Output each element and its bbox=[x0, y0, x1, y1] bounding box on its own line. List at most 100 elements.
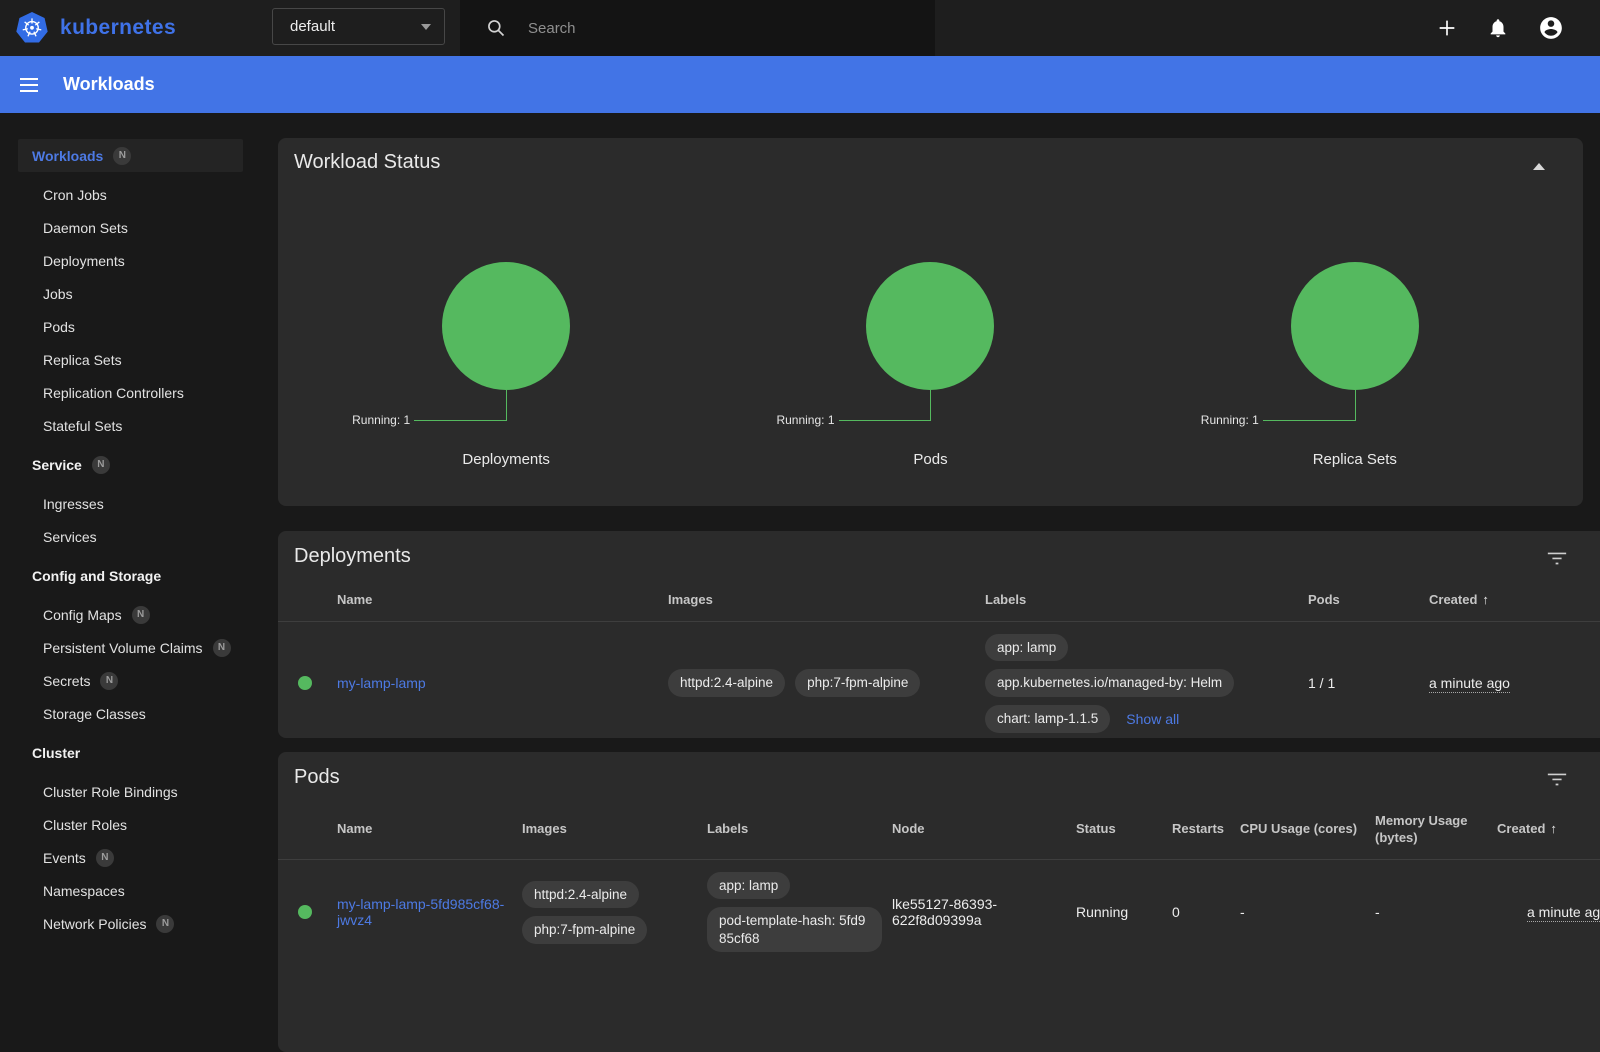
workload-status-chart: Running: 1 Pods bbox=[718, 262, 1142, 468]
pie-chart: Running: 1 bbox=[718, 262, 1142, 421]
sidebar-item[interactable]: Daemon Sets bbox=[18, 211, 243, 244]
sidebar-item-label: Cluster bbox=[32, 745, 80, 761]
collapse-card-button[interactable] bbox=[1529, 154, 1549, 177]
account-circle-icon bbox=[1538, 15, 1564, 41]
show-all-link[interactable]: Show all bbox=[1126, 711, 1179, 727]
deployment-name-link[interactable]: my-lamp-lamp bbox=[337, 675, 426, 691]
deployment-pods-count: 1 / 1 bbox=[1308, 621, 1429, 738]
pie-chart-legend: Running: 1 bbox=[352, 413, 410, 427]
column-header[interactable]: Images bbox=[668, 584, 985, 621]
sidebar-item[interactable]: Secrets N bbox=[18, 664, 243, 697]
sidebar-item[interactable]: Cluster Roles bbox=[18, 808, 243, 841]
user-account-button[interactable] bbox=[1538, 15, 1564, 41]
sidebar-item[interactable]: Network Policies N bbox=[18, 907, 243, 940]
notifications-button[interactable] bbox=[1487, 17, 1509, 39]
sidebar-item[interactable]: Ingresses bbox=[18, 487, 243, 520]
pods-card: Pods Name Im bbox=[278, 752, 1600, 1052]
column-header[interactable]: Images bbox=[522, 805, 707, 859]
page-title: Workloads bbox=[63, 74, 155, 95]
column-header[interactable]: Labels bbox=[985, 584, 1308, 621]
workload-status-card: Workload Status Running: 1 bbox=[278, 138, 1583, 506]
sidebar-item-label: Daemon Sets bbox=[43, 220, 128, 236]
menu-toggle-button[interactable] bbox=[20, 78, 38, 92]
image-chip: httpd:2.4-alpine bbox=[668, 669, 785, 697]
sidebar-item[interactable]: Replication Controllers bbox=[18, 376, 243, 409]
deployments-table-header: Name Images Labels Pods Created↑ bbox=[278, 584, 1600, 621]
sidebar-item[interactable]: Workloads N bbox=[18, 139, 243, 172]
sidebar-item-label: Pods bbox=[43, 319, 75, 335]
chevron-up-icon bbox=[1533, 163, 1545, 170]
search-input[interactable] bbox=[526, 19, 886, 38]
column-header[interactable]: Name bbox=[337, 584, 668, 621]
column-header[interactable]: Name bbox=[337, 805, 522, 859]
sidebar-item-label: Config and Storage bbox=[32, 568, 161, 584]
sidebar-item[interactable]: Jobs bbox=[18, 277, 243, 310]
label-chip: app: lamp bbox=[985, 634, 1068, 662]
search-icon bbox=[486, 18, 506, 38]
sidebar-item[interactable]: Events N bbox=[18, 841, 243, 874]
filter-list-icon bbox=[1546, 547, 1568, 569]
pod-restarts: 0 bbox=[1172, 859, 1240, 964]
namespace-selector[interactable]: default bbox=[272, 8, 445, 45]
sidebar-item-label: Deployments bbox=[43, 253, 125, 269]
namespace-value: default bbox=[290, 18, 335, 35]
pod-cpu-usage: - bbox=[1240, 859, 1375, 964]
column-header[interactable]: Pods bbox=[1308, 584, 1429, 621]
pie-chart: Running: 1 bbox=[294, 262, 718, 421]
kubernetes-brand[interactable]: kubernetes bbox=[0, 11, 176, 45]
new-items-badge: N bbox=[213, 639, 231, 657]
sidebar-item-label: Cluster Roles bbox=[43, 817, 127, 833]
column-header[interactable]: Created↑ bbox=[1497, 805, 1600, 859]
sidebar-item[interactable]: Storage Classes bbox=[18, 697, 243, 730]
new-items-badge: N bbox=[113, 147, 131, 165]
new-items-badge: N bbox=[100, 672, 118, 690]
pod-name-link[interactable]: my-lamp-lamp-5fd985cf68-jwvz4 bbox=[337, 896, 504, 928]
sidebar-item[interactable]: Config Maps N bbox=[18, 598, 243, 631]
legend-connector-line bbox=[839, 420, 931, 421]
main-content: Workload Status Running: 1 bbox=[278, 113, 1600, 1052]
search-bar bbox=[460, 0, 935, 56]
workload-status-chart: Running: 1 Deployments bbox=[294, 262, 718, 468]
sidebar-item-label: Events bbox=[43, 850, 86, 866]
sidebar-item[interactable]: Replica Sets bbox=[18, 343, 243, 376]
sidebar-item[interactable]: Cluster Role Bindings bbox=[18, 775, 243, 808]
pod-labels: app: lamp pod-template-hash: 5fd985cf68 bbox=[707, 872, 882, 953]
column-header[interactable]: Memory Usage (bytes) bbox=[1375, 805, 1497, 859]
sidebar-item-label: Cron Jobs bbox=[43, 187, 107, 203]
workload-status-charts: Running: 1 Deployments Running: 1 Pods bbox=[294, 262, 1567, 468]
column-header[interactable]: Labels bbox=[707, 805, 892, 859]
pod-status: Running bbox=[1076, 859, 1172, 964]
sidebar-item[interactable]: Cron Jobs bbox=[18, 178, 243, 211]
column-header[interactable]: Created↑ bbox=[1429, 584, 1600, 621]
sidebar-item[interactable]: Namespaces bbox=[18, 874, 243, 907]
deployments-card: Deployments Name Images bbox=[278, 531, 1600, 738]
action-toolbar: Workloads bbox=[0, 56, 1600, 113]
sidebar-item[interactable]: Services bbox=[18, 520, 243, 553]
sidebar-item[interactable]: Stateful Sets bbox=[18, 409, 243, 442]
column-header[interactable]: Status bbox=[1076, 805, 1172, 859]
pod-node: lke55127-86393-622f8d09399a bbox=[892, 859, 1076, 964]
filter-button[interactable] bbox=[1544, 545, 1570, 574]
create-resource-button[interactable] bbox=[1436, 17, 1458, 39]
pod-row: my-lamp-lamp-5fd985cf68-jwvz4 httpd:2.4-… bbox=[278, 859, 1600, 964]
sidebar-item-label: Ingresses bbox=[43, 496, 104, 512]
pie-chart-legend: Running: 1 bbox=[776, 413, 834, 427]
sidebar-item-label: Service bbox=[32, 457, 82, 473]
sidebar-item[interactable]: Deployments bbox=[18, 244, 243, 277]
sidebar-item-label: Replica Sets bbox=[43, 352, 122, 368]
sidebar-item[interactable]: Service N bbox=[18, 448, 243, 481]
sidebar-item[interactable]: Pods bbox=[18, 310, 243, 343]
label-row: app: lamp bbox=[985, 634, 1068, 662]
filter-button[interactable] bbox=[1544, 766, 1570, 795]
legend-connector-line bbox=[1263, 420, 1355, 421]
new-items-badge: N bbox=[132, 606, 150, 624]
column-header[interactable]: CPU Usage (cores) bbox=[1240, 805, 1375, 859]
column-header[interactable]: Node bbox=[892, 805, 1076, 859]
pie-chart-title: Deployments bbox=[294, 451, 718, 468]
column-header[interactable]: Restarts bbox=[1172, 805, 1240, 859]
sidebar-item[interactable]: Persistent Volume Claims N bbox=[18, 631, 243, 664]
sidebar-item-label: Stateful Sets bbox=[43, 418, 122, 434]
chevron-down-icon bbox=[421, 24, 431, 30]
status-column-header bbox=[278, 805, 337, 859]
sidebar-item-label: Config Maps bbox=[43, 607, 122, 623]
